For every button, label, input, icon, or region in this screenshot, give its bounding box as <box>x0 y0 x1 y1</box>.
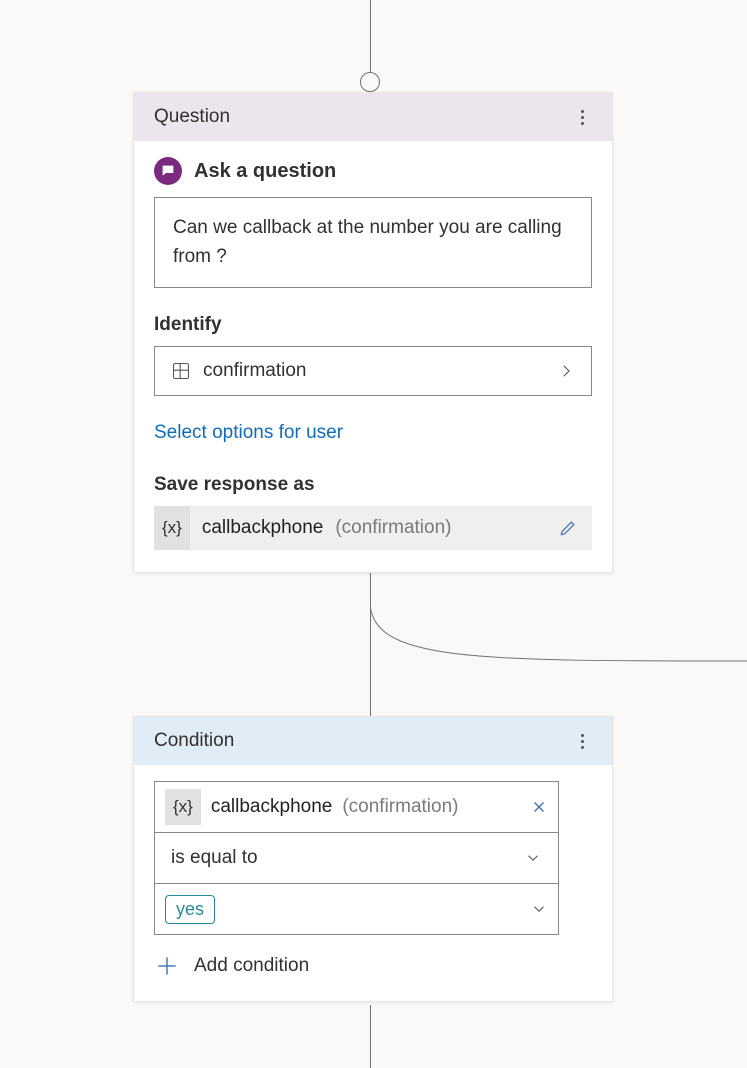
variable-name: callbackphone <box>202 517 323 539</box>
question-text-input[interactable]: Can we callback at the number you are ca… <box>154 197 592 288</box>
identify-value: confirmation <box>203 360 307 382</box>
variable-type: (confirmation) <box>335 517 451 539</box>
condition-body: {x} callbackphone (confirmation) is equa… <box>134 765 612 1001</box>
condition-value-select[interactable]: yes <box>155 883 558 934</box>
condition-variable-name: callbackphone <box>211 796 332 818</box>
question-body: Ask a question Can we callback at the nu… <box>134 141 612 572</box>
save-response-variable[interactable]: {x} callbackphone (confirmation) <box>154 506 592 550</box>
ask-question-section: Ask a question <box>154 157 592 185</box>
select-options-link[interactable]: Select options for user <box>154 422 343 444</box>
identify-label: Identify <box>154 314 592 336</box>
question-node[interactable]: Question Ask a question Can we callback … <box>133 92 613 573</box>
condition-expression: {x} callbackphone (confirmation) is equa… <box>154 781 559 935</box>
identify-select[interactable]: confirmation <box>154 346 592 396</box>
condition-variable-type: (confirmation) <box>342 796 458 818</box>
plus-icon <box>154 953 180 979</box>
connector-curve-icon <box>370 561 747 701</box>
condition-variable-row[interactable]: {x} callbackphone (confirmation) <box>155 782 558 832</box>
entity-icon <box>171 361 191 381</box>
question-more-button[interactable] <box>572 107 592 127</box>
connector-line-bottom <box>370 1005 371 1068</box>
chevron-down-icon <box>524 849 542 867</box>
flow-canvas: Question Ask a question Can we callback … <box>0 0 747 1068</box>
chat-bubble-icon <box>154 157 182 185</box>
condition-header-title: Condition <box>154 730 234 752</box>
add-condition-button[interactable]: Add condition <box>154 953 592 979</box>
condition-operator-value: is equal to <box>171 847 258 869</box>
save-response-label: Save response as <box>154 474 592 496</box>
add-condition-label: Add condition <box>194 955 309 977</box>
condition-more-button[interactable] <box>572 731 592 751</box>
ask-question-title: Ask a question <box>194 160 336 183</box>
variable-badge-icon: {x} <box>154 506 190 550</box>
variable-badge-icon: {x} <box>165 789 201 825</box>
condition-value-pill: yes <box>165 895 215 924</box>
question-header-title: Question <box>154 106 230 128</box>
connector-line-top <box>370 0 371 80</box>
clear-variable-button[interactable] <box>530 798 548 816</box>
condition-operator-select[interactable]: is equal to <box>155 832 558 883</box>
edit-variable-button[interactable] <box>558 518 578 538</box>
anchor-node-icon <box>360 72 380 92</box>
chevron-right-icon <box>557 362 575 380</box>
condition-header: Condition <box>134 717 612 765</box>
chevron-down-icon <box>530 900 548 918</box>
condition-node[interactable]: Condition {x} callbackphone (confirmatio… <box>133 716 613 1002</box>
question-header: Question <box>134 93 612 141</box>
